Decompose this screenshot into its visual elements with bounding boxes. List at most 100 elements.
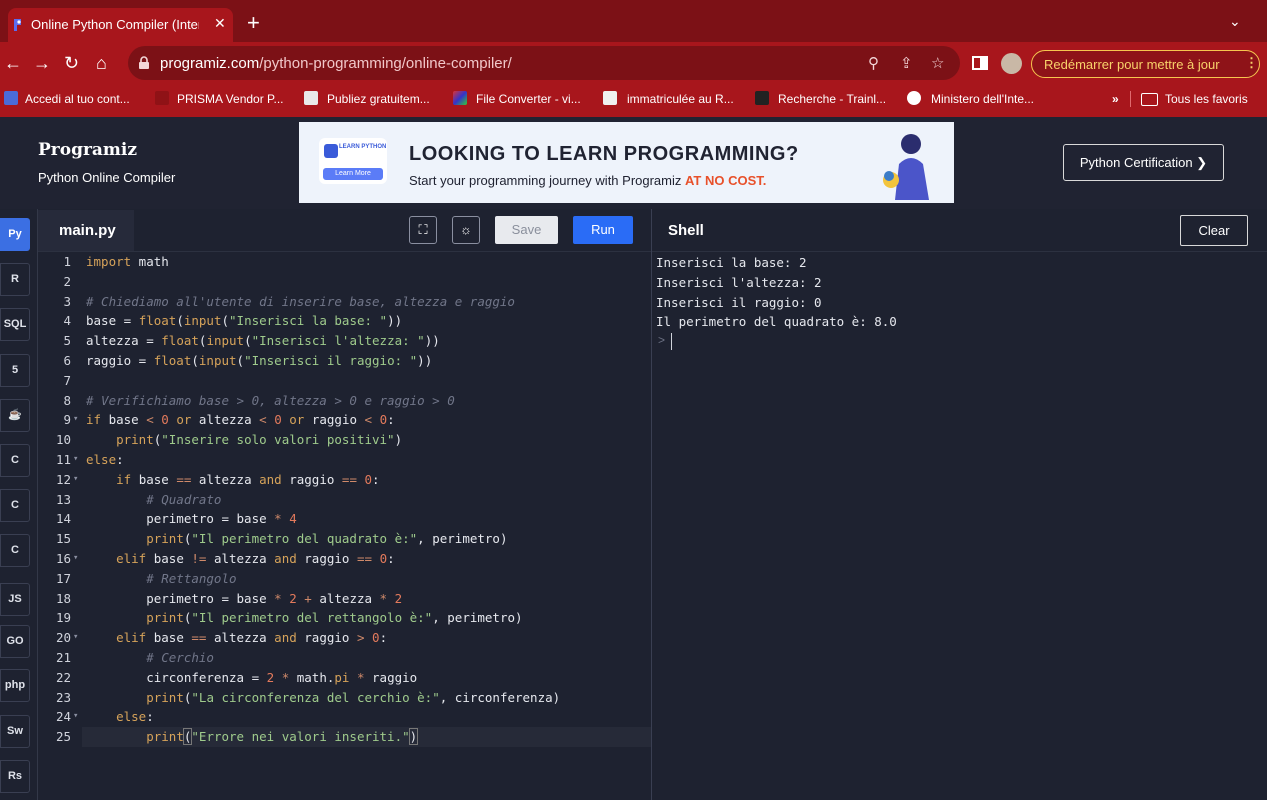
fold-arrow-icon[interactable]: ▾ [73, 711, 78, 721]
line-number: 17 [55, 571, 71, 586]
programiz-mini-icon [324, 144, 338, 158]
line-number: 11 [55, 452, 71, 467]
learn-python-badge: LEARN PYTHON Learn More [319, 138, 387, 184]
fullscreen-icon[interactable]: ⛶ [409, 216, 437, 244]
bookmark-item[interactable]: Publiez gratuitem... [327, 92, 430, 106]
bookmark-star-icon[interactable]: ☆ [931, 54, 944, 72]
python-certification-button[interactable]: Python Certification ❯ [1063, 144, 1224, 181]
bookmark-item[interactable]: Ministero dell'Inte... [931, 92, 1034, 106]
bookmark-favicon-icon [4, 91, 18, 105]
fold-arrow-icon[interactable]: ▾ [73, 414, 78, 424]
file-tab[interactable]: main.py [38, 210, 134, 251]
language-java-icon[interactable]: ☕ [0, 399, 30, 432]
language-r-icon[interactable]: R [0, 263, 30, 296]
code-line: elif base != altezza and raggio == 0: [116, 551, 395, 566]
run-button[interactable]: Run [573, 216, 633, 244]
language-php-icon[interactable]: php [0, 669, 30, 702]
language-csharp-icon[interactable]: C [0, 534, 30, 567]
code-line: raggio = float(input("Inserisci il raggi… [86, 353, 433, 368]
shell-prompt: > [658, 333, 666, 347]
all-bookmarks-folder[interactable]: Tous les favoris [1165, 92, 1248, 106]
line-number: 9 [63, 412, 71, 427]
back-icon[interactable]: ← [4, 53, 22, 73]
code-line: base = float(input("Inserisci la base: "… [86, 313, 403, 328]
line-number: 3 [63, 294, 71, 309]
line-number: 25 [55, 729, 71, 744]
bookmark-favicon-icon [755, 91, 769, 105]
bookmark-favicon-icon [304, 91, 318, 105]
shell-header [652, 209, 1267, 252]
code-line: # Verifichiamo base > 0, altezza > 0 e r… [86, 393, 455, 408]
line-number: 15 [55, 531, 71, 546]
code-line: print("Il perimetro del rettangolo è:", … [146, 610, 523, 625]
code-editor[interactable]: 1 import math 2 3 # Chiediamo all'utente… [38, 251, 651, 800]
page-subtitle: Python Online Compiler [38, 170, 176, 185]
shell-output-line: Inserisci il raggio: 0 [656, 295, 822, 310]
bookmark-item[interactable]: immatriculée au R... [627, 92, 734, 106]
line-number: 1 [63, 254, 71, 269]
code-line: print("Inserire solo valori positivi") [116, 432, 403, 447]
language-python-icon[interactable]: Py [0, 218, 30, 251]
code-line: perimetro = base * 4 [86, 511, 297, 526]
clear-button[interactable]: Clear [1180, 215, 1248, 246]
fold-arrow-icon[interactable]: ▾ [73, 474, 78, 484]
language-html-icon[interactable]: 5 [0, 354, 30, 387]
forward-icon[interactable]: → [33, 53, 51, 73]
home-icon[interactable]: ⌂ [96, 53, 107, 73]
ad-banner[interactable]: LEARN PYTHON Learn More LOOKING TO LEARN… [299, 122, 954, 203]
fold-arrow-icon[interactable]: ▾ [73, 454, 78, 464]
bookmark-item[interactable]: Accedi al tuo cont... [25, 92, 130, 106]
bookmark-item[interactable]: PRISMA Vendor P... [177, 92, 284, 106]
programiz-logo[interactable]: Programiz [38, 140, 137, 160]
save-button[interactable]: Save [495, 216, 558, 244]
code-line: perimetro = base * 2 + altezza * 2 [86, 591, 403, 606]
language-sql-icon[interactable]: SQL [0, 308, 30, 341]
more-bookmarks-icon[interactable]: » [1112, 92, 1119, 106]
share-icon[interactable]: ⇪ [900, 54, 913, 72]
line-number: 20 [55, 630, 71, 645]
browser-tab[interactable]: Online Python Compiler (Interp ✕ [8, 8, 233, 42]
zoom-icon[interactable]: ⚲ [868, 54, 879, 72]
banner-subtitle: Start your programming journey with Prog… [409, 173, 767, 188]
url-text[interactable]: programiz.com/python-programming/online-… [160, 55, 512, 72]
language-go-icon[interactable]: GO [0, 625, 30, 658]
shell-output-line: Inserisci l'altezza: 2 [656, 275, 822, 290]
shell-output-line: Il perimetro del quadrato è: 8.0 [656, 314, 897, 329]
language-rust-icon[interactable]: Rs [0, 760, 30, 793]
code-line: # Rettangolo [86, 571, 237, 586]
bookmark-item[interactable]: File Converter - vi... [476, 92, 581, 106]
bookmark-favicon-icon [155, 91, 169, 105]
code-line: circonferenza = 2 * math.pi * raggio [86, 670, 418, 685]
language-javascript-icon[interactable]: JS [0, 583, 30, 616]
code-line: if base == altezza and raggio == 0: [116, 472, 380, 487]
line-number: 13 [55, 492, 71, 507]
illustration-person-icon [883, 134, 929, 200]
bookmarks-divider [1130, 91, 1131, 107]
line-number: 2 [63, 274, 71, 289]
language-swift-icon[interactable]: Sw [0, 715, 30, 748]
line-number: 18 [55, 591, 71, 606]
globe-icon [907, 91, 921, 105]
shell-output-line: Inserisci la base: 2 [656, 255, 807, 270]
side-panel-icon[interactable] [972, 56, 988, 70]
folder-icon [1141, 93, 1158, 106]
bookmark-item[interactable]: Recherche - Trainl... [778, 92, 886, 106]
reload-icon[interactable]: ↻ [64, 53, 79, 73]
line-number: 16 [55, 551, 71, 566]
pane-divider[interactable] [651, 209, 652, 800]
lock-icon [139, 56, 149, 69]
shell-input-caret[interactable] [671, 333, 672, 350]
theme-toggle-icon[interactable]: ☼ [452, 216, 480, 244]
profile-avatar[interactable] [1001, 53, 1022, 74]
update-restart-button[interactable]: Redémarrer pour mettre à jour ⋮ [1031, 50, 1260, 78]
code-line: print("La circonferenza del cerchio è:",… [146, 690, 561, 705]
language-c-icon[interactable]: C [0, 444, 30, 477]
learn-more-button: Learn More [323, 168, 383, 180]
language-cpp-icon[interactable]: C [0, 489, 30, 522]
new-tab-icon[interactable]: + [247, 12, 260, 34]
fold-arrow-icon[interactable]: ▾ [73, 632, 78, 642]
fold-arrow-icon[interactable]: ▾ [73, 553, 78, 563]
line-number: 5 [63, 333, 71, 348]
close-tab-icon[interactable]: ✕ [214, 15, 226, 32]
tab-search-chevron-icon[interactable]: ⌄ [1229, 13, 1241, 30]
